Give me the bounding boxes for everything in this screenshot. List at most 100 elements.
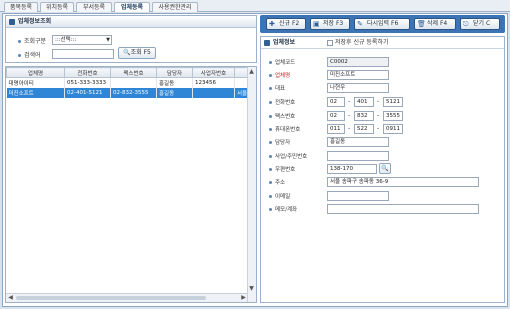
manager-label: 담당자 [269, 138, 290, 146]
search-panel: 업체정보조회 조회구분 :::선택::: ▼ 검색어 🔍조회 F5 [5, 15, 257, 63]
mobile-carrier-field[interactable]: 011 [327, 124, 345, 134]
tab-permission-management[interactable]: 사용권한관리 [152, 2, 198, 12]
manager-field[interactable]: 홍길동 [327, 137, 389, 147]
panel-icon [9, 19, 15, 25]
cell-company-name: 대명아이티 [6, 77, 65, 88]
zip-search-button[interactable]: 🔍 [379, 163, 391, 174]
tab-location-registration[interactable]: 위치등록 [40, 2, 74, 12]
bullet-icon [269, 115, 272, 118]
keyword-label: 검색어 [24, 52, 41, 59]
save-button[interactable]: ▣ 저장 F3 [310, 18, 350, 30]
search-icon: 🔍 [381, 165, 389, 172]
keyword-input[interactable] [52, 49, 114, 59]
dash-separator: - [377, 125, 380, 132]
result-grid-panel: 업체명 전화번호 팩스번호 담당자 사업자번호 대명아이티 051-333-33… [5, 66, 257, 303]
field-business-number: 사업/주민번호 [269, 151, 499, 161]
zip-field[interactable]: 138-170 [327, 164, 377, 174]
memo-field[interactable] [327, 204, 479, 214]
phone-prefix-field[interactable]: 401 [354, 97, 374, 107]
fax-prefix-field[interactable]: 832 [354, 111, 374, 121]
field-memo: 메모/계좌 [269, 204, 499, 214]
phone-line-field[interactable]: 5121 [383, 97, 403, 107]
fax-area-field[interactable]: 02 [327, 111, 345, 121]
tab-item-registration[interactable]: 품목등록 [4, 2, 38, 12]
address-field[interactable]: 서울 송파구 송파동 36-9 [327, 177, 479, 187]
tab-department-registration[interactable]: 부서등록 [76, 2, 112, 12]
search-button[interactable]: 🔍조회 F5 [118, 47, 156, 59]
business-number-field[interactable] [327, 151, 389, 161]
tab-company-registration[interactable]: 업체등록 [114, 2, 150, 12]
horizontal-scrollbar[interactable]: ◀ ▶ [6, 293, 248, 302]
mobile-line-field[interactable]: 0911 [383, 124, 403, 134]
bullet-icon [269, 195, 272, 198]
new-document-icon: ✚ [269, 20, 275, 28]
column-header-phone[interactable]: 전화번호 [64, 67, 111, 78]
close-door-icon: ⎋ [463, 20, 469, 28]
detail-panel: 업체정보 저장후 신규 등록하기 업체코드 C0002 업체명 미진소프트 대표… [260, 36, 505, 303]
mobile-prefix-field[interactable]: 522 [354, 124, 374, 134]
bullet-icon [18, 40, 21, 43]
criteria-select[interactable]: :::선택::: ▼ [52, 35, 112, 45]
email-label: 이메일 [269, 192, 290, 200]
bullet-icon [269, 101, 272, 104]
zip-label: 우편번호 [269, 165, 295, 173]
scroll-right-icon[interactable]: ▶ [240, 294, 247, 301]
vertical-scrollbar[interactable]: ▲ ▼ [247, 67, 256, 302]
field-mobile: 휴대폰번호 011 - 522 - 0911 [269, 124, 499, 134]
field-manager: 담당자 홍길동 [269, 137, 499, 147]
field-representative: 대표 나현우 [269, 83, 499, 93]
scroll-left-icon[interactable]: ◀ [7, 294, 14, 301]
criteria-select-value: :::선택::: [55, 37, 77, 43]
phone-label: 전화번호 [269, 98, 295, 106]
close-button[interactable]: ⎋ 닫기 C [460, 18, 500, 30]
column-header-business-number[interactable]: 사업자번호 [192, 67, 235, 78]
bullet-icon [269, 87, 272, 90]
search-panel-title: 업체정보조회 [18, 18, 52, 25]
cell-business-number: 123456 [192, 77, 235, 88]
delete-button[interactable]: 🗑 삭제 F4 [414, 18, 456, 30]
detail-panel-header: 업체정보 저장후 신규 등록하기 [261, 37, 504, 49]
criteria-label: 조회구분 [24, 38, 47, 45]
field-zip: 우편번호 138-170 🔍 [269, 163, 499, 174]
column-header-company-name[interactable]: 업체명 [6, 67, 65, 78]
scroll-down-icon[interactable]: ▼ [248, 285, 255, 292]
reenter-button[interactable]: ✎ 다시입력 F6 [354, 18, 410, 30]
representative-field[interactable]: 나현우 [327, 83, 389, 93]
table-row-selected[interactable]: 미진소프트 02-401-5121 02-832-3555 홍길동 서울 송 [6, 87, 256, 98]
column-header-fax[interactable]: 팩스번호 [110, 67, 157, 78]
email-field[interactable] [327, 191, 389, 201]
cell-phone: 02-401-5121 [64, 87, 111, 98]
company-name-field[interactable]: 미진소프트 [327, 70, 389, 80]
fax-line-field[interactable]: 3555 [383, 111, 403, 121]
chevron-down-icon: ▼ [106, 37, 110, 43]
scroll-up-icon[interactable]: ▲ [248, 68, 255, 75]
close-button-label: 닫기 C [473, 20, 491, 27]
action-toolbar: ✚ 신규 F2 ▣ 저장 F3 ✎ 다시입력 F6 🗑 삭제 F4 ⎋ 닫기 C [260, 15, 505, 33]
company-code-field[interactable]: C0002 [327, 57, 389, 67]
bullet-icon [269, 168, 272, 171]
field-fax: 팩스번호 02 - 832 - 3555 [269, 111, 499, 121]
bullet-icon [18, 54, 21, 57]
dash-separator: - [377, 98, 380, 105]
search-icon: 🔍 [123, 49, 131, 56]
scrollbar-thumb[interactable] [16, 296, 206, 300]
new-button[interactable]: ✚ 신규 F2 [266, 18, 306, 30]
cell-phone: 051-333-3333 [64, 77, 111, 88]
phone-area-field[interactable]: 02 [327, 97, 345, 107]
column-header-manager[interactable]: 담당자 [156, 67, 193, 78]
grid-header-row: 업체명 전화번호 팩스번호 담당자 사업자번호 [6, 67, 256, 78]
field-phone: 전화번호 02 - 401 - 5121 [269, 97, 499, 107]
mobile-label: 휴대폰번호 [269, 125, 300, 133]
address-label: 주소 [269, 178, 285, 186]
bullet-icon [269, 208, 272, 211]
business-number-label: 사업/주민번호 [269, 152, 307, 160]
dash-separator: - [348, 125, 351, 132]
keyword-row: 검색어 [18, 50, 41, 59]
criteria-row: 조회구분 [18, 36, 46, 45]
detail-panel-title: 업체정보 [273, 39, 296, 46]
save-and-new-checkbox-label: 저장후 신규 등록하기 [335, 39, 389, 46]
dash-separator: - [377, 112, 380, 119]
save-and-new-checkbox[interactable] [327, 40, 333, 46]
field-company-name: 업체명 미진소프트 [269, 70, 499, 80]
table-row[interactable]: 대명아이티 051-333-3333 홍길동 123456 [6, 77, 256, 88]
